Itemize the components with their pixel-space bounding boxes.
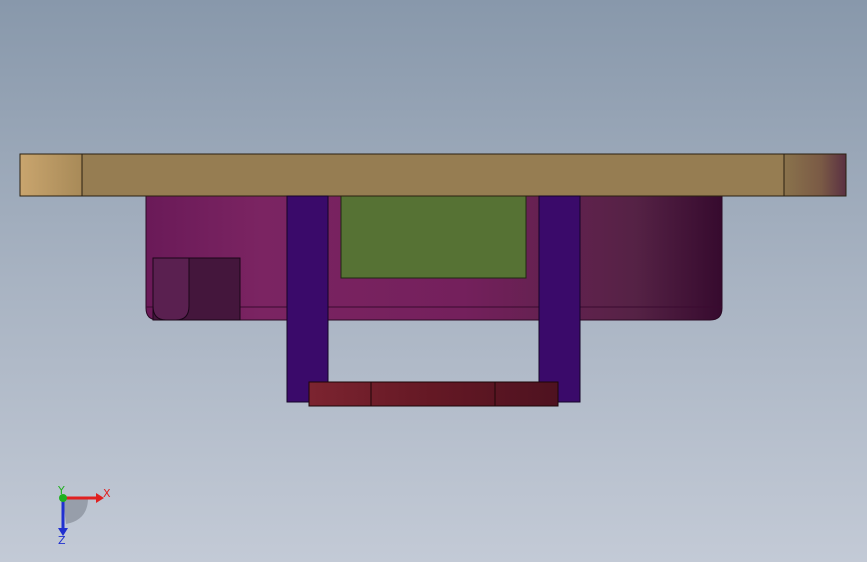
x-axis-label: X (103, 487, 111, 500)
top-plate-left-end (19, 153, 83, 197)
model-view[interactable] (0, 0, 867, 562)
side-slot-rounded (152, 257, 190, 321)
bottom-bar[interactable] (308, 381, 559, 407)
inner-block[interactable] (340, 195, 527, 279)
top-plate[interactable] (19, 153, 847, 197)
left-post[interactable] (286, 195, 329, 403)
z-axis-label: Z (58, 534, 66, 547)
graphics-viewport[interactable]: X Y Z (0, 0, 867, 562)
orientation-triad: X Y Z (57, 484, 111, 547)
y-axis-label: Y (57, 484, 65, 497)
triad-shadow (63, 498, 88, 524)
right-post[interactable] (538, 195, 581, 403)
top-plate-right-end (783, 153, 847, 197)
